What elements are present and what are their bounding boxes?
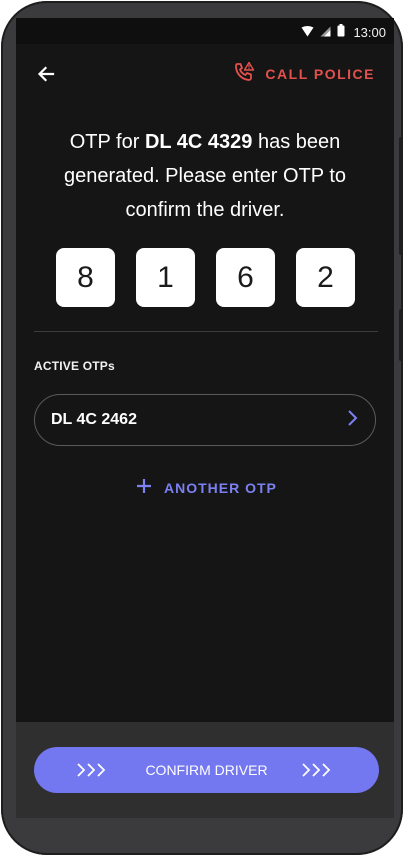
active-otps-label: ACTIVE OTPs [34,359,115,373]
phone-alert-icon [233,61,255,86]
phone-frame: 13:00 CALL POLICE OTP for DL 4C 4329 has… [1,1,403,855]
confirm-driver-label: CONFIRM DRIVER [145,762,268,778]
add-another-otp-button[interactable]: ANOTHER OTP [136,478,277,497]
call-police-button[interactable]: CALL POLICE [233,61,375,86]
triple-chevron-right-icon [76,760,112,780]
battery-icon [337,24,345,40]
otp-digit-box[interactable]: 6 [216,248,275,307]
confirm-driver-button[interactable]: CONFIRM DRIVER [34,747,379,793]
status-bar: 13:00 [16,18,394,44]
wifi-icon [301,25,314,40]
otp-digit-box[interactable]: 2 [296,248,355,307]
signal-icon [320,25,331,40]
status-time: 13:00 [353,24,386,40]
chevron-right-icon [345,409,359,432]
back-button[interactable] [34,62,58,86]
otp-digit-box[interactable]: 1 [136,248,195,307]
another-otp-label: ANOTHER OTP [164,479,277,496]
triple-chevron-right-icon [301,760,337,780]
otp-digit-box[interactable]: 8 [56,248,115,307]
plus-icon [136,478,152,497]
otp-message: OTP for DL 4C 4329 has been generated. P… [36,125,374,227]
toolbar: CALL POLICE [16,44,394,104]
call-police-label: CALL POLICE [265,65,375,82]
bottom-panel: CONFIRM DRIVER [16,722,394,818]
status-icons: 13:00 [301,24,386,40]
active-otp-item[interactable]: DL 4C 2462 [34,394,376,446]
divider [34,331,378,332]
active-otp-plate: DL 4C 2462 [51,411,137,428]
volume-button [399,137,403,255]
otp-digit-row: 8 1 6 2 [56,248,356,308]
message-prefix: OTP for [69,131,145,153]
arrow-left-icon [37,66,55,82]
app-screen: 13:00 CALL POLICE OTP for DL 4C 4329 has… [16,18,394,818]
power-button [399,309,403,361]
vehicle-plate: DL 4C 4329 [144,131,253,153]
